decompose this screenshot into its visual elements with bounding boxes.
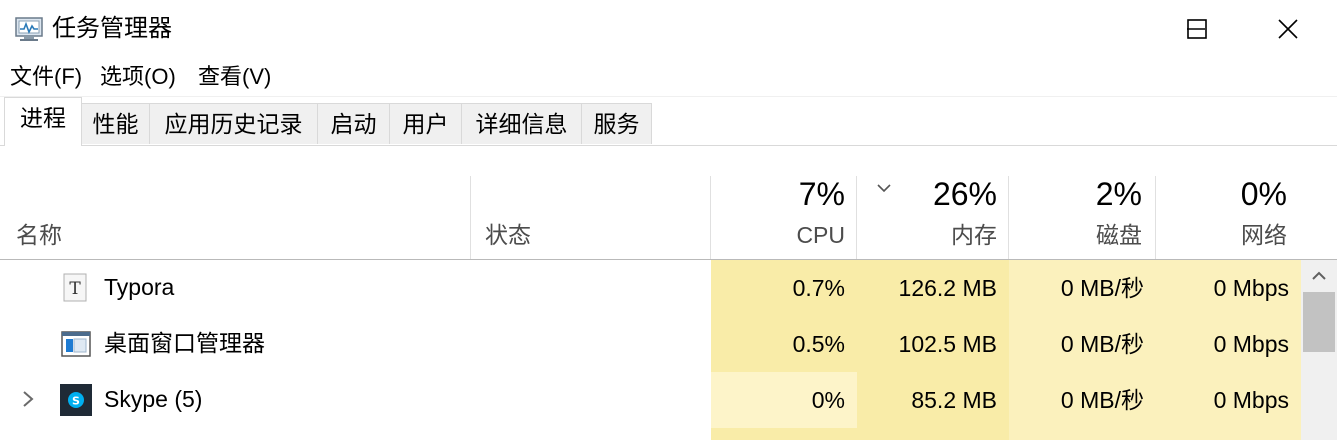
- tab-services[interactable]: 服务: [581, 103, 652, 144]
- vertical-scrollbar[interactable]: [1301, 260, 1337, 440]
- scrollbar-thumb[interactable]: [1303, 292, 1335, 352]
- tab-startup[interactable]: 启动: [317, 103, 390, 144]
- memory-cell: 102.5 MB: [857, 316, 1009, 372]
- window-title: 任务管理器: [52, 15, 172, 42]
- network-cell: 0 Mbps: [1156, 372, 1301, 428]
- disk-total-percent: 2%: [1095, 176, 1142, 212]
- task-manager-icon: [15, 15, 45, 43]
- disk-label: 磁盘: [1096, 222, 1142, 248]
- memory-total-percent: 26%: [932, 176, 997, 212]
- cpu-label: CPU: [796, 222, 845, 248]
- process-name: 桌面窗口管理器: [104, 330, 265, 356]
- cpu-cell: [711, 428, 857, 440]
- cpu-cell: 0.5%: [711, 316, 857, 372]
- disk-cell: 0 MB/秒: [1009, 316, 1156, 372]
- skype-icon: S: [60, 384, 92, 416]
- tab-app-history[interactable]: 应用历史记录: [149, 103, 318, 144]
- network-total-percent: 0%: [1240, 176, 1287, 212]
- desktop-window-manager-icon: [60, 328, 92, 360]
- chevron-right-icon[interactable]: [20, 388, 36, 410]
- disk-cell: 0 MB/秒: [1009, 372, 1156, 428]
- table-row-partial: [0, 428, 1301, 440]
- close-icon: [1278, 19, 1298, 39]
- svg-text:T: T: [69, 279, 81, 299]
- tab-processes[interactable]: 进程: [4, 97, 82, 146]
- disk-cell: [1009, 428, 1156, 440]
- title-bar: 任务管理器: [0, 0, 1337, 58]
- memory-cell: 126.2 MB: [857, 260, 1009, 316]
- network-cell: 0 Mbps: [1156, 316, 1301, 372]
- tab-performance[interactable]: 性能: [81, 103, 150, 144]
- disk-cell: 0 MB/秒: [1009, 260, 1156, 316]
- memory-cell: [857, 428, 1009, 440]
- column-header: 名称 状态 7% CPU 26% 内存 2% 磁盘 0% 网络: [0, 146, 1337, 260]
- menu-bar: 文件(F) 选项(O) 查看(V): [0, 58, 1337, 97]
- process-name: Skype (5): [104, 386, 203, 412]
- typora-icon: T: [60, 272, 92, 304]
- scroll-up-arrow-icon[interactable]: [1301, 262, 1337, 290]
- menu-options[interactable]: 选项(O): [100, 62, 176, 92]
- svg-text:S: S: [72, 395, 80, 408]
- column-status[interactable]: 状态: [485, 220, 531, 250]
- network-cell: [1156, 428, 1301, 440]
- tab-details[interactable]: 详细信息: [461, 103, 582, 144]
- close-button[interactable]: [1245, 0, 1331, 58]
- table-row[interactable]: T Typora 0.7% 126.2 MB 0 MB/秒 0 Mbps: [0, 260, 1301, 316]
- process-name: Typora: [104, 274, 175, 300]
- cpu-cell: 0.7%: [711, 260, 857, 316]
- menu-view[interactable]: 查看(V): [198, 62, 271, 92]
- menu-file[interactable]: 文件(F): [10, 62, 82, 92]
- network-label: 网络: [1241, 222, 1287, 248]
- column-separator: [470, 176, 471, 259]
- cpu-total-percent: 7%: [798, 176, 845, 212]
- tab-bar: 进程 性能 应用历史记录 启动 用户 详细信息 服务: [0, 96, 1337, 146]
- memory-label: 内存: [951, 222, 997, 248]
- maximize-icon: [1187, 19, 1207, 39]
- network-cell: 0 Mbps: [1156, 260, 1301, 316]
- maximize-button[interactable]: [1153, 0, 1239, 58]
- cpu-cell: 0%: [711, 372, 857, 428]
- column-name[interactable]: 名称: [16, 220, 62, 250]
- table-row[interactable]: 桌面窗口管理器 0.5% 102.5 MB 0 MB/秒 0 Mbps: [0, 316, 1301, 372]
- memory-cell: 85.2 MB: [857, 372, 1009, 428]
- tab-users[interactable]: 用户: [389, 103, 462, 144]
- table-row[interactable]: S Skype (5) 0% 85.2 MB 0 MB/秒 0 Mbps: [0, 372, 1301, 428]
